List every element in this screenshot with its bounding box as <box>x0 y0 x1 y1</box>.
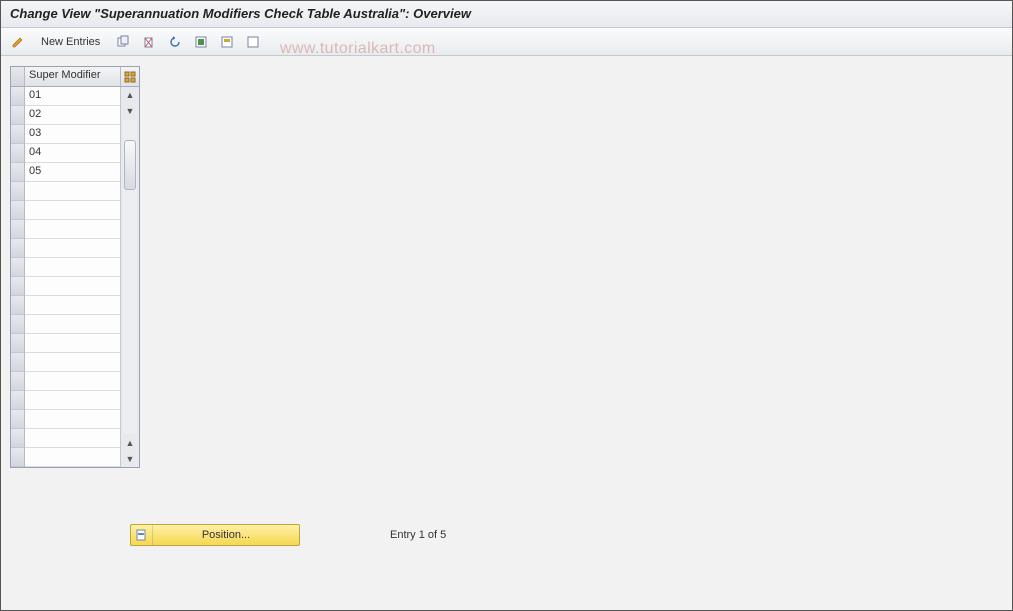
table-cell[interactable] <box>25 353 120 372</box>
row-selector[interactable] <box>11 372 24 391</box>
row-selector[interactable] <box>11 125 24 144</box>
copy-icon[interactable] <box>113 32 133 52</box>
table-cell[interactable]: 03 <box>25 125 120 144</box>
row-selector[interactable] <box>11 315 24 334</box>
table-header-row: Super Modifier <box>11 67 139 87</box>
undo-icon[interactable] <box>165 32 185 52</box>
scroll-track[interactable] <box>123 120 137 434</box>
row-selector[interactable] <box>11 429 24 448</box>
table-cell[interactable] <box>25 372 120 391</box>
row-selector[interactable] <box>11 87 24 106</box>
table-cell[interactable]: 05 <box>25 163 120 182</box>
table-cell[interactable] <box>25 334 120 353</box>
table-cell[interactable] <box>25 429 120 448</box>
row-selector[interactable] <box>11 106 24 125</box>
table-cell[interactable]: 04 <box>25 144 120 163</box>
delete-icon[interactable] <box>139 32 159 52</box>
table-cell[interactable] <box>25 239 120 258</box>
row-selector[interactable] <box>11 334 24 353</box>
scroll-up-bottom-icon[interactable]: ▲ <box>122 435 138 451</box>
position-icon <box>131 525 153 545</box>
row-selector[interactable] <box>11 144 24 163</box>
table-cell[interactable] <box>25 220 120 239</box>
column-header-super-modifier[interactable]: Super Modifier <box>25 67 121 86</box>
row-selector[interactable] <box>11 353 24 372</box>
content-area: Super Modifier 0102030405 ▲ ▼ ▲ ▼ <box>0 56 1013 481</box>
table-body: 0102030405 ▲ ▼ ▲ ▼ <box>11 87 139 467</box>
vertical-scrollbar[interactable]: ▲ ▼ ▲ ▼ <box>121 87 139 467</box>
position-button-label: Position... <box>153 529 299 541</box>
row-selector[interactable] <box>11 277 24 296</box>
entry-count-text: Entry 1 of 5 <box>390 529 446 541</box>
table-cell[interactable] <box>25 182 120 201</box>
toggle-edit-icon[interactable] <box>8 32 28 52</box>
table-settings-icon[interactable] <box>121 67 139 86</box>
table-cell[interactable] <box>25 201 120 220</box>
row-selector[interactable] <box>11 220 24 239</box>
table-cell[interactable] <box>25 277 120 296</box>
footer-bar: Position... Entry 1 of 5 <box>130 524 446 546</box>
select-all-icon[interactable] <box>191 32 211 52</box>
deselect-all-icon[interactable] <box>243 32 263 52</box>
select-block-icon[interactable] <box>217 32 237 52</box>
scroll-down-icon[interactable]: ▼ <box>122 103 138 119</box>
row-selector[interactable] <box>11 391 24 410</box>
row-selector[interactable] <box>11 448 24 467</box>
row-selector[interactable] <box>11 163 24 182</box>
row-selector[interactable] <box>11 410 24 429</box>
table-cell[interactable] <box>25 258 120 277</box>
position-button[interactable]: Position... <box>130 524 300 546</box>
scroll-up-icon[interactable]: ▲ <box>122 87 138 103</box>
row-selector[interactable] <box>11 182 24 201</box>
scroll-thumb[interactable] <box>124 140 136 190</box>
row-selector[interactable] <box>11 201 24 220</box>
new-entries-button[interactable]: New Entries <box>34 32 107 52</box>
table-cell[interactable]: 01 <box>25 87 120 106</box>
row-selector-header[interactable] <box>11 67 25 86</box>
page-title: Change View "Superannuation Modifiers Ch… <box>0 0 1013 28</box>
table-cell[interactable] <box>25 315 120 334</box>
row-selector[interactable] <box>11 239 24 258</box>
table-cell[interactable] <box>25 296 120 315</box>
toolbar: New Entries <box>0 28 1013 56</box>
scroll-down-bottom-icon[interactable]: ▼ <box>122 451 138 467</box>
super-modifier-table: Super Modifier 0102030405 ▲ ▼ ▲ ▼ <box>10 66 140 468</box>
row-selector[interactable] <box>11 258 24 277</box>
table-cell[interactable]: 02 <box>25 106 120 125</box>
table-cell[interactable] <box>25 391 120 410</box>
row-selector[interactable] <box>11 296 24 315</box>
table-cell[interactable] <box>25 448 120 467</box>
table-cell[interactable] <box>25 410 120 429</box>
